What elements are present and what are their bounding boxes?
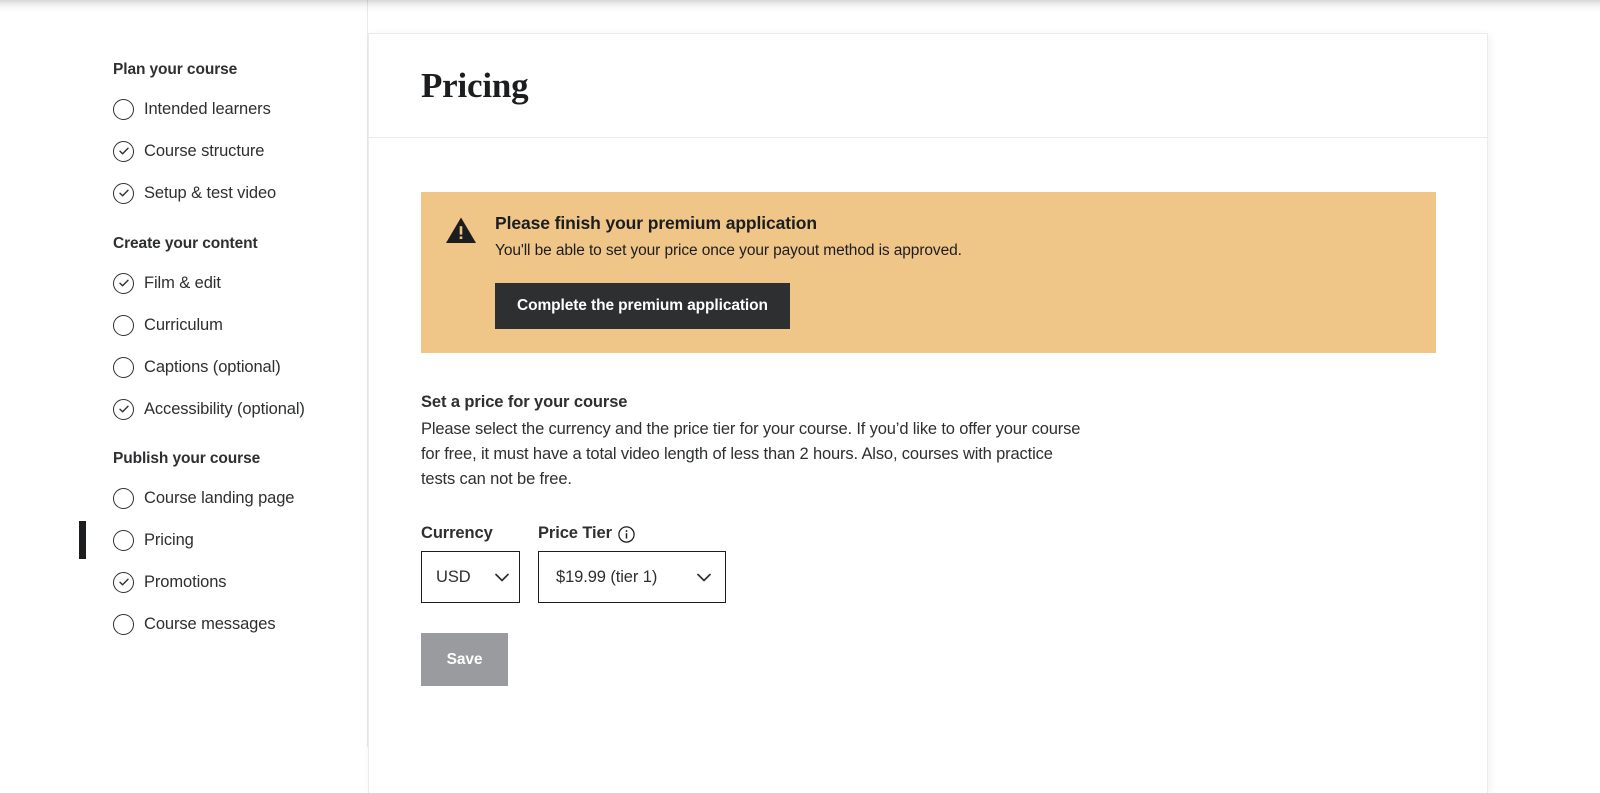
incomplete-circle-icon xyxy=(113,357,134,378)
sidebar-group-title: Create your content xyxy=(113,234,363,254)
price-form-row: Currency USD Price Tier xyxy=(421,522,1091,603)
sidebar-item-film-edit[interactable]: Film & edit xyxy=(113,267,363,299)
sidebar-item-label: Setup & test video xyxy=(144,182,276,204)
sidebar-item-label: Pricing xyxy=(144,529,194,551)
sidebar-item-curriculum[interactable]: Curriculum xyxy=(113,309,363,341)
sidebar-item-captions[interactable]: Captions (optional) xyxy=(113,351,363,383)
sidebar-item-pricing[interactable]: Pricing xyxy=(113,524,363,556)
price-tier-select[interactable]: $19.99 (tier 1) xyxy=(538,551,726,603)
check-circle-icon xyxy=(113,183,134,204)
price-tier-label-text: Price Tier xyxy=(538,522,612,544)
sidebar-item-label: Captions (optional) xyxy=(144,356,281,378)
currency-value: USD xyxy=(436,568,471,587)
check-circle-icon xyxy=(113,273,134,294)
sidebar-item-course-structure[interactable]: Course structure xyxy=(113,135,363,167)
panel-header: Pricing xyxy=(369,34,1487,138)
price-tier-value: $19.99 (tier 1) xyxy=(556,568,657,587)
price-tier-label: Price Tier xyxy=(538,522,726,544)
sidebar-group-plan-your-course: Plan your course Intended learners Cours… xyxy=(113,60,363,209)
set-price-section: Set a price for your course Please selec… xyxy=(421,391,1091,686)
incomplete-circle-icon xyxy=(113,488,134,509)
sidebar-item-intended-learners[interactable]: Intended learners xyxy=(113,93,363,125)
complete-premium-application-button[interactable]: Complete the premium application xyxy=(495,283,790,329)
sidebar-item-label: Accessibility (optional) xyxy=(144,398,305,420)
check-circle-icon xyxy=(113,572,134,593)
sidebar-group-create-your-content: Create your content Film & edit Curricul… xyxy=(113,234,363,425)
alert-description: You'll be able to set your price once yo… xyxy=(495,240,1414,261)
sidebar-group-title: Publish your course xyxy=(113,449,363,469)
alert-title: Please finish your premium application xyxy=(495,212,1414,235)
info-circle-icon[interactable] xyxy=(618,526,635,543)
sidebar-item-label: Course landing page xyxy=(144,487,294,509)
pricing-panel: Pricing Please finish your premium appli… xyxy=(368,33,1488,793)
currency-select[interactable]: USD xyxy=(421,551,520,603)
panel-body: Please finish your premium application Y… xyxy=(369,138,1487,726)
sidebar-group-publish-your-course: Publish your course Course landing page … xyxy=(113,449,363,640)
save-button[interactable]: Save xyxy=(421,633,508,686)
sidebar-groups: Plan your course Intended learners Cours… xyxy=(113,60,363,660)
currency-field: Currency USD xyxy=(421,522,520,603)
chevron-down-icon xyxy=(495,573,509,582)
incomplete-circle-icon xyxy=(113,530,134,551)
check-circle-icon xyxy=(113,141,134,162)
alert-content: Please finish your premium application Y… xyxy=(479,212,1414,329)
sidebar-item-label: Course structure xyxy=(144,140,264,162)
currency-label: Currency xyxy=(421,522,520,544)
sidebar-item-label: Intended learners xyxy=(144,98,271,120)
section-title: Set a price for your course xyxy=(421,391,1091,414)
sidebar-item-label: Promotions xyxy=(144,571,226,593)
warning-triangle-icon xyxy=(445,212,479,329)
section-description: Please select the currency and the price… xyxy=(421,417,1091,492)
sidebar-item-course-landing-page[interactable]: Course landing page xyxy=(113,482,363,514)
course-steps-sidebar: Plan your course Intended learners Cours… xyxy=(0,0,368,747)
sidebar-item-label: Film & edit xyxy=(144,272,221,294)
sidebar-item-setup-test-video[interactable]: Setup & test video xyxy=(113,177,363,209)
active-step-indicator xyxy=(79,521,86,559)
incomplete-circle-icon xyxy=(113,614,134,635)
sidebar-item-promotions[interactable]: Promotions xyxy=(113,566,363,598)
sidebar-group-title: Plan your course xyxy=(113,60,363,80)
sidebar-item-accessibility[interactable]: Accessibility (optional) xyxy=(113,393,363,425)
sidebar-item-course-messages[interactable]: Course messages xyxy=(113,608,363,640)
incomplete-circle-icon xyxy=(113,99,134,120)
sidebar-item-label: Curriculum xyxy=(144,314,223,336)
page-title: Pricing xyxy=(421,66,528,106)
premium-application-alert: Please finish your premium application Y… xyxy=(421,192,1436,353)
chevron-down-icon xyxy=(697,573,711,582)
check-circle-icon xyxy=(113,399,134,420)
price-tier-field: Price Tier $19.99 (tier 1) xyxy=(538,522,726,603)
sidebar-item-label: Course messages xyxy=(144,613,275,635)
incomplete-circle-icon xyxy=(113,315,134,336)
